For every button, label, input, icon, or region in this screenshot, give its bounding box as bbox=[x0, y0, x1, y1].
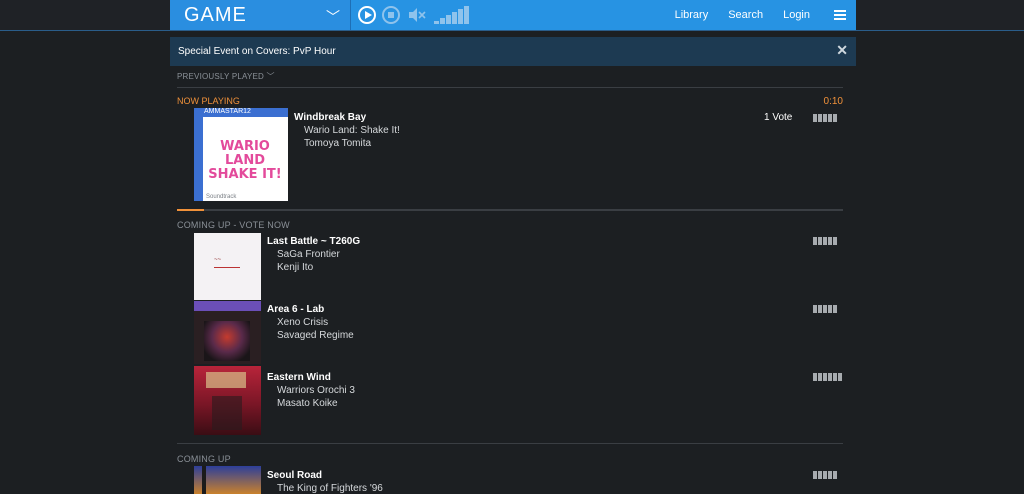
menu-icon[interactable] bbox=[834, 10, 846, 20]
previously-played-label: PREVIOUSLY PLAYED bbox=[177, 72, 264, 81]
now-playing-game: Wario Land: Shake It! bbox=[304, 125, 400, 136]
cover-footer: Soundtrack bbox=[206, 194, 237, 200]
top-bar: GAME ﹀ Library Search Login bbox=[0, 0, 1024, 31]
coming-up-vote-label: COMING UP - VOTE NOW bbox=[177, 220, 290, 230]
vote-button[interactable] bbox=[813, 305, 838, 313]
divider bbox=[177, 87, 843, 88]
now-playing-label: NOW PLAYING bbox=[177, 96, 240, 106]
nav-library[interactable]: Library bbox=[675, 9, 709, 21]
banner-text: Special Event on Covers: PvP Hour bbox=[178, 46, 336, 57]
event-banner: Special Event on Covers: PvP Hour ✕ bbox=[170, 37, 856, 66]
track-artist: Savaged Regime bbox=[277, 330, 354, 341]
elapsed-time: 0:10 bbox=[823, 96, 843, 107]
track-game: SaGa Frontier bbox=[277, 249, 340, 260]
nav-login[interactable]: Login bbox=[783, 9, 810, 21]
now-playing-artist: Tomoya Tomita bbox=[304, 138, 372, 149]
cover-logo: WARIO LAND SHAKE IT! bbox=[208, 139, 282, 182]
track-artist: Masato Koike bbox=[277, 398, 338, 409]
cover-top-text: AMMASTAR12 bbox=[204, 108, 251, 115]
coming-up-label: COMING UP bbox=[177, 454, 231, 464]
track-game: Warriors Orochi 3 bbox=[277, 385, 355, 396]
previously-played-toggle[interactable]: PREVIOUSLY PLAYED ﹀ bbox=[177, 71, 275, 82]
volume-bars[interactable] bbox=[434, 6, 470, 24]
nav-search[interactable]: Search bbox=[728, 9, 763, 21]
vote-button[interactable] bbox=[813, 237, 838, 245]
track-cover bbox=[194, 301, 261, 364]
track-title: Last Battle ~ T260G bbox=[267, 236, 361, 247]
brand-dropdown[interactable]: GAME ﹀ bbox=[170, 0, 351, 30]
vote-count: 1 Vote bbox=[764, 112, 793, 123]
track-cover bbox=[194, 366, 261, 435]
stop-icon[interactable] bbox=[382, 6, 400, 24]
progress-fill bbox=[177, 209, 204, 211]
vote-button[interactable] bbox=[813, 114, 838, 122]
track-cover bbox=[194, 466, 261, 494]
play-icon[interactable] bbox=[358, 6, 376, 24]
track-title: Area 6 - Lab bbox=[267, 304, 325, 315]
player-controls bbox=[352, 0, 470, 30]
vote-button[interactable] bbox=[813, 373, 843, 381]
vote-button[interactable] bbox=[813, 471, 838, 479]
track-game: The King of Fighters '96 bbox=[277, 483, 383, 494]
divider bbox=[177, 443, 843, 444]
top-bar-inner: GAME ﹀ Library Search Login bbox=[170, 0, 856, 30]
track-artist: Kenji Ito bbox=[277, 262, 314, 273]
brand-name: GAME bbox=[184, 3, 247, 26]
progress-track bbox=[177, 209, 843, 211]
chevron-down-icon: ﹀ bbox=[266, 72, 275, 81]
now-playing-cover: AMMASTAR12 WARIO LAND SHAKE IT! Soundtra… bbox=[194, 108, 288, 201]
close-icon[interactable]: ✕ bbox=[836, 42, 848, 59]
now-playing-title: Windbreak Bay bbox=[294, 112, 367, 123]
mute-icon[interactable] bbox=[408, 7, 426, 23]
track-title: Seoul Road bbox=[267, 470, 323, 481]
chevron-down-icon: ﹀ bbox=[326, 9, 340, 25]
track-title: Eastern Wind bbox=[267, 372, 331, 383]
nav: Library Search Login bbox=[655, 0, 846, 30]
track-cover: ~~ bbox=[194, 233, 261, 300]
track-game: Xeno Crisis bbox=[277, 317, 329, 328]
